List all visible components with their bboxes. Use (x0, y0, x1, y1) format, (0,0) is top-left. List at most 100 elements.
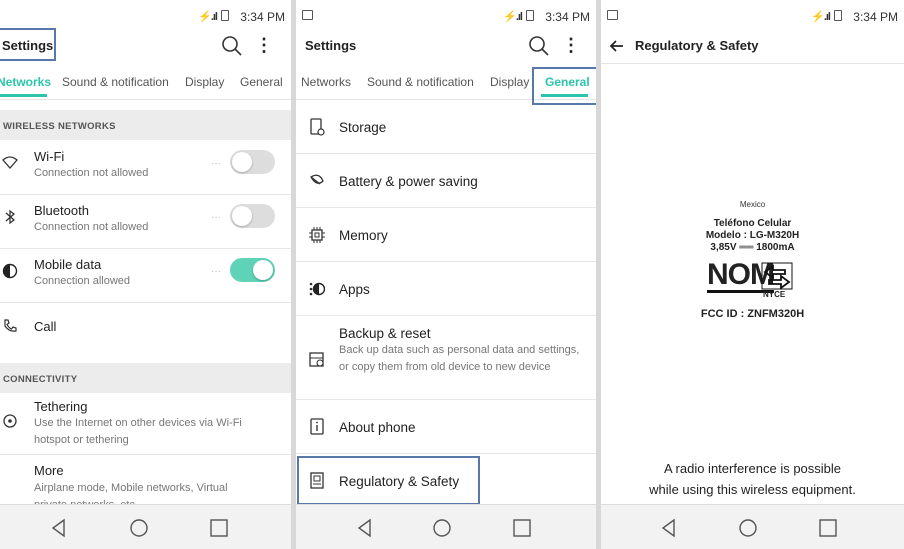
certificate-icon (310, 472, 324, 489)
model-label: Modelo : LG-M320H (705, 230, 800, 241)
notice-line-1: A radio interference is possible (663, 461, 842, 476)
country-label: Mexico (739, 200, 766, 209)
call-title: Call (34, 319, 57, 334)
nav-bar (0, 504, 291, 549)
app-bar: Regulatory & Safety (601, 30, 904, 64)
active-tab-indicator (541, 94, 588, 97)
divider-dots: ··· (211, 158, 221, 169)
tethering-subtitle-1: Use the Internet on other devices via Wi… (34, 417, 242, 429)
regulatory-title: Regulatory & Safety (339, 474, 460, 489)
recents-nav-icon[interactable] (208, 517, 230, 539)
backup-subtitle: Back up data such as personal data and s… (339, 344, 580, 373)
status-bar: ⚡.ıl 3:34 PM (601, 0, 904, 30)
tab-networks[interactable]: Networks (301, 75, 351, 89)
divider-dots: ··· (211, 212, 221, 223)
list-item-regulatory-safety[interactable]: Regulatory & Safety (296, 454, 596, 508)
settings-networks-screen: ⚡.ıl 3:34 PM Settings ⋮ Networks Sound &… (0, 0, 291, 549)
tethering-icon (3, 414, 17, 428)
home-nav-icon[interactable] (128, 517, 150, 539)
phone-label: Teléfono Celular (713, 218, 792, 229)
apps-icon (309, 282, 325, 296)
tab-general[interactable]: General (240, 75, 283, 89)
tethering-title: Tethering (34, 399, 88, 414)
notice-line-2: while using this wireless equipment. (649, 482, 856, 497)
status-time: 3:34 PM (240, 10, 285, 24)
battery-icon (834, 10, 842, 21)
list-item-storage[interactable]: Storage (296, 100, 596, 154)
settings-general-screen: ⚡.ıl 3:34 PM Settings ⋮ Networks Sound &… (296, 0, 596, 549)
nav-bar (296, 504, 596, 549)
wifi-subtitle: Connection not allowed (34, 167, 149, 179)
tab-bar: Networks Sound & notification Display Ge… (296, 64, 596, 100)
search-icon[interactable] (221, 35, 243, 57)
nyce-label: NYCE (763, 290, 786, 299)
status-time: 3:34 PM (853, 10, 898, 24)
overflow-menu-icon[interactable]: ⋮ (562, 34, 580, 56)
bluetooth-toggle[interactable] (230, 204, 275, 228)
status-time: 3:34 PM (545, 10, 590, 24)
list-item-apps[interactable]: Apps (296, 262, 596, 316)
wifi-toggle[interactable] (230, 150, 275, 174)
status-bar: ⚡.ıl 3:34 PM (0, 0, 291, 30)
active-tab-indicator (0, 94, 47, 97)
list-item-memory[interactable]: Memory (296, 208, 596, 262)
list-item-battery[interactable]: Battery & power saving (296, 154, 596, 208)
phone-icon (4, 319, 17, 332)
signal-icon: ⚡.ıl (811, 11, 831, 23)
bluetooth-subtitle: Connection not allowed (34, 221, 149, 233)
wifi-title: Wi-Fi (34, 149, 65, 164)
list-item-bluetooth[interactable]: Bluetooth Connection not allowed ··· (0, 195, 291, 249)
notification-icon (607, 10, 618, 20)
page-title: Settings (305, 38, 357, 53)
home-nav-icon[interactable] (431, 517, 453, 539)
divider-dots: ··· (211, 266, 221, 277)
storage-title: Storage (339, 120, 387, 135)
back-nav-icon[interactable] (354, 517, 376, 539)
home-nav-icon[interactable] (737, 517, 759, 539)
nav-bar (601, 504, 904, 549)
battery-icon (221, 10, 229, 21)
tab-sound-notification[interactable]: Sound & notification (62, 75, 169, 89)
page-title: Regulatory & Safety (635, 38, 759, 53)
backup-title: Backup & reset (339, 326, 431, 341)
mobile-data-toggle[interactable] (230, 258, 275, 282)
list-item-backup-reset[interactable]: Backup & reset Back up data such as pers… (296, 316, 596, 400)
search-icon[interactable] (528, 35, 550, 57)
tab-display[interactable]: Display (490, 75, 529, 89)
mobile-data-title: Mobile data (34, 257, 102, 272)
tab-networks[interactable]: Networks (0, 75, 51, 89)
memory-title: Memory (339, 228, 388, 243)
list-item-mobile-data[interactable]: Mobile data Connection allowed ··· (0, 249, 291, 303)
list-item-about-phone[interactable]: About phone (296, 400, 596, 454)
backup-icon (309, 352, 324, 367)
list-item-call[interactable]: Call (0, 303, 291, 353)
wifi-icon (2, 156, 18, 169)
section-header-wireless: WIRELESS NETWORKS (0, 110, 291, 140)
bluetooth-icon (5, 209, 16, 225)
signal-icon: ⚡.ıl (198, 11, 218, 23)
mobile-data-subtitle: Connection allowed (34, 275, 131, 287)
list-item-wifi[interactable]: Wi-Fi Connection not allowed ··· (0, 140, 291, 195)
page-title: Settings (2, 38, 54, 53)
tab-sound-notification[interactable]: Sound & notification (367, 75, 474, 89)
tab-general[interactable]: General (545, 75, 590, 89)
mobile-data-icon (2, 263, 18, 279)
battery-leaf-icon (310, 174, 324, 185)
list-item-tethering[interactable]: Tethering Use the Internet on other devi… (0, 393, 291, 455)
overflow-menu-icon[interactable]: ⋮ (255, 34, 273, 56)
memory-chip-icon (309, 227, 325, 243)
recents-nav-icon[interactable] (817, 517, 839, 539)
status-bar: ⚡.ıl 3:34 PM (296, 0, 596, 30)
more-title: More (34, 463, 64, 478)
apps-title: Apps (339, 282, 370, 297)
back-nav-icon[interactable] (658, 517, 680, 539)
back-arrow-icon[interactable] (609, 38, 625, 54)
recents-nav-icon[interactable] (511, 517, 533, 539)
app-bar: Settings ⋮ (0, 30, 291, 62)
tab-display[interactable]: Display (185, 75, 224, 89)
more-subtitle-1: Airplane mode, Mobile networks, Virtual (34, 482, 228, 494)
tethering-subtitle-2: hotspot or tethering (34, 434, 129, 446)
back-nav-icon[interactable] (48, 517, 70, 539)
notification-icon (302, 10, 313, 20)
power-label: 3,85V ══ 1800mA (710, 242, 795, 253)
